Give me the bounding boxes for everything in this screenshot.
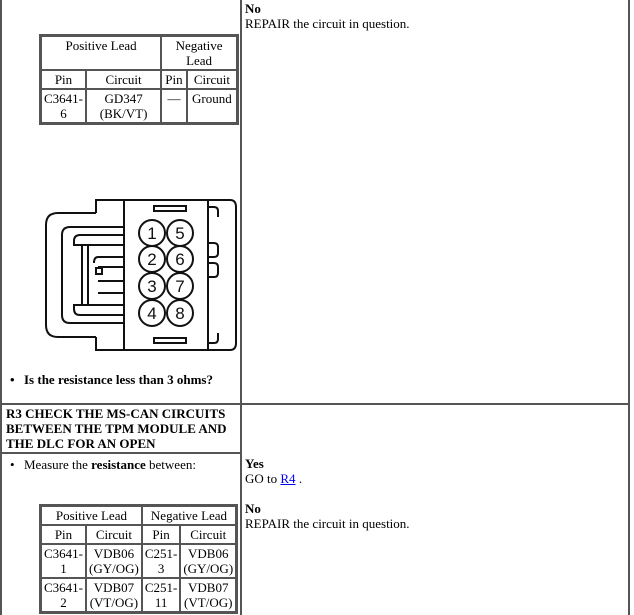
neg-pin: C251-3 xyxy=(141,544,181,578)
r3-heading: R3 CHECK THE MS-CAN CIRCUITS BETWEEN THE… xyxy=(6,406,227,451)
r2-col-circuit-neg: Circuit xyxy=(186,70,237,89)
r2-question: Is the resistance less than 3 ohms? xyxy=(10,372,213,387)
r2-col-circuit: Circuit xyxy=(86,70,162,89)
r3-no-response: No REPAIR the circuit in question. xyxy=(245,501,410,531)
r3-yes-prefix: GO to xyxy=(245,471,281,486)
r2-no-text: REPAIR the circuit in question. xyxy=(245,16,410,31)
r3-instruction-bold: resistance xyxy=(91,457,146,472)
pin-label-2: 2 xyxy=(147,250,156,269)
pos-pin: C3641-6 xyxy=(41,89,86,123)
connector-diagram: 1 2 3 4 5 6 7 8 xyxy=(45,199,237,351)
table-row: C3641-1 VDB06 (GY/OG) C251-3 VDB06 (GY/O… xyxy=(41,544,237,578)
r3-yes-suffix: . xyxy=(295,471,303,486)
r3-header-negative: Negative Lead xyxy=(141,506,237,525)
pos-circuit: GD347 (BK/VT) xyxy=(86,89,162,123)
row-divider-r3-heading xyxy=(0,452,242,454)
pin-label-5: 5 xyxy=(175,224,184,243)
r3-pin-table: Positive Lead Negative Lead Pin Circuit … xyxy=(39,504,239,614)
row-divider-r3 xyxy=(0,403,630,405)
r4-link[interactable]: R4 xyxy=(280,471,295,486)
r3-header-positive: Positive Lead xyxy=(41,506,142,525)
pin-label-8: 8 xyxy=(175,304,184,323)
r3-instruction-suffix: between: xyxy=(145,457,196,472)
r3-yes-label: Yes xyxy=(245,456,264,471)
right-border xyxy=(628,0,630,615)
r2-header-negative: Negative Lead xyxy=(161,36,237,70)
r3-col-pin-neg: Pin xyxy=(141,525,181,544)
r2-pin-table: Positive Lead Negative Lead Pin Circuit … xyxy=(39,34,239,125)
left-border xyxy=(0,0,2,615)
r3-yes-response: Yes GO to R4 . xyxy=(245,456,302,486)
r3-col-circuit-neg: Circuit xyxy=(180,525,237,544)
r2-col-pin: Pin xyxy=(41,70,86,89)
pin-label-1: 1 xyxy=(147,224,156,243)
pos-circuit: VDB06 (GY/OG) xyxy=(86,544,142,578)
neg-pin: — xyxy=(161,89,187,123)
r2-no-label: No xyxy=(245,1,261,16)
pos-pin: C3641-1 xyxy=(41,544,86,578)
pin-label-6: 6 xyxy=(175,250,184,269)
r3-instruction: Measure the resistance between: xyxy=(10,457,196,472)
neg-circuit: VDB06 (GY/OG) xyxy=(180,544,237,578)
pin-label-4: 4 xyxy=(147,304,156,323)
pos-circuit: VDB07 (VT/OG) xyxy=(86,578,142,612)
neg-circuit: VDB07 (VT/OG) xyxy=(180,578,237,612)
r3-no-label: No xyxy=(245,501,261,516)
neg-pin: C251-11 xyxy=(141,578,181,612)
r2-no-response: No REPAIR the circuit in question. xyxy=(245,1,410,31)
column-divider xyxy=(240,0,242,615)
table-row: C3641-2 VDB07 (VT/OG) C251-11 VDB07 (VT/… xyxy=(41,578,237,612)
procedure-table: No REPAIR the circuit in question. Posit… xyxy=(0,0,634,615)
pin-label-7: 7 xyxy=(175,277,184,296)
neg-circuit: Ground xyxy=(186,89,237,123)
pin-label-3: 3 xyxy=(147,277,156,296)
table-row: C3641-6 GD347 (BK/VT) — Ground xyxy=(41,89,237,123)
r3-col-circuit: Circuit xyxy=(86,525,142,544)
r2-col-pin-neg: Pin xyxy=(161,70,187,89)
r2-header-positive: Positive Lead xyxy=(41,36,162,70)
pos-pin: C3641-2 xyxy=(41,578,86,612)
r3-no-text: REPAIR the circuit in question. xyxy=(245,516,410,531)
r3-col-pin: Pin xyxy=(41,525,86,544)
r3-instruction-prefix: Measure the xyxy=(24,457,92,472)
